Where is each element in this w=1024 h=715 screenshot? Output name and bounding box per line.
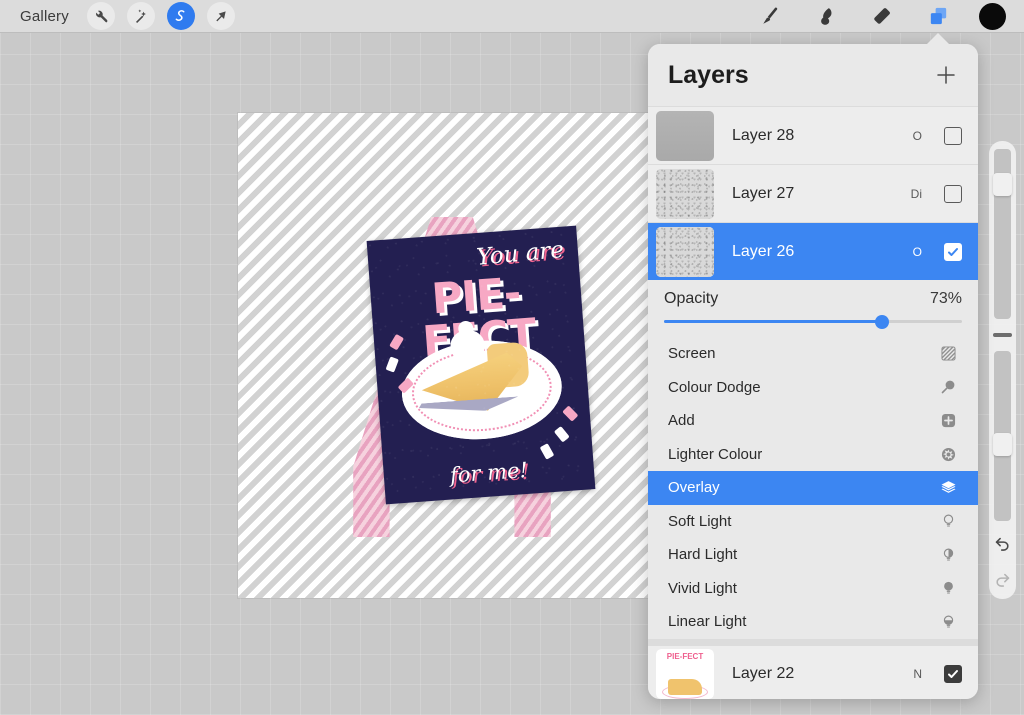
layer-name: Layer 27 xyxy=(732,184,795,202)
opacity-slider[interactable] xyxy=(664,314,962,329)
magnifier-icon xyxy=(938,377,958,397)
layer-thumbnail[interactable]: PIE-FECT xyxy=(656,649,714,699)
blend-mode-item-add[interactable]: Add xyxy=(648,404,978,438)
canvas[interactable]: You are PIE-FECT for me! xyxy=(238,113,648,598)
blend-mode-label: Vivid Light xyxy=(668,579,737,597)
layer-name: Layer 28 xyxy=(732,126,795,144)
procreate-app: Gallery You are PIE-FECT for me! Layers … xyxy=(0,0,1024,715)
blend-mode-item-soft-light[interactable]: Soft Light xyxy=(648,505,978,539)
add-layer-button[interactable] xyxy=(932,61,960,89)
magic-wand-icon[interactable] xyxy=(126,2,155,30)
stacked-layers-icon xyxy=(938,478,958,498)
layer-row[interactable]: Layer 28 O xyxy=(648,106,978,164)
sparkle-shape xyxy=(562,405,579,422)
layer-name: Layer 22 xyxy=(732,665,795,682)
blend-mode-item-linear-light[interactable]: Linear Light xyxy=(648,605,978,639)
opacity-control: Opacity 73% xyxy=(648,280,978,337)
eraser-icon[interactable] xyxy=(867,3,897,29)
starburst-circle-icon xyxy=(938,444,958,464)
brush-opacity-knob[interactable] xyxy=(993,432,1012,456)
blend-mode-item-hard-light[interactable]: Hard Light xyxy=(648,538,978,572)
layer-blend-badge: Di xyxy=(910,186,922,201)
blend-mode-item-lighter-colour[interactable]: Lighter Colour xyxy=(648,438,978,472)
layer-blend-badge: N xyxy=(913,667,922,681)
layers-panel-header: Layers xyxy=(648,44,978,106)
layer-blend-badge: O xyxy=(912,244,922,259)
blend-mode-item-vivid-light[interactable]: Vivid Light xyxy=(648,572,978,606)
layer-row-selected[interactable]: Layer 26 O xyxy=(648,222,978,280)
blend-mode-item-colour-dodge[interactable]: Colour Dodge xyxy=(648,371,978,405)
blend-mode-label: Screen xyxy=(668,345,716,363)
layer-thumbnail-text: PIE-FECT xyxy=(666,652,704,661)
layer-thumbnail[interactable] xyxy=(656,110,714,161)
selection-icon[interactable] xyxy=(166,2,195,30)
opacity-slider-knob[interactable] xyxy=(874,314,889,329)
blend-mode-label: Lighter Colour xyxy=(668,445,763,463)
blend-mode-item-screen[interactable]: Screen xyxy=(648,337,978,371)
brush-size-slider[interactable] xyxy=(993,149,1012,319)
layer-row[interactable]: PIE-FECT Layer 22 N xyxy=(648,644,978,699)
blend-mode-label: Soft Light xyxy=(668,512,732,530)
smudge-icon[interactable] xyxy=(811,3,841,29)
sparkle-shape xyxy=(553,426,570,443)
greeting-card: You are PIE-FECT for me! xyxy=(366,225,596,505)
blend-mode-item-overlay[interactable]: Overlay xyxy=(648,471,978,505)
layer-row[interactable]: Layer 27 Di xyxy=(648,164,978,222)
gallery-button[interactable]: Gallery xyxy=(14,6,75,27)
layers-panel: Layers Layer 28 O Layer 27 Di Layer 26 O… xyxy=(648,44,978,699)
bulb-bottom-icon xyxy=(938,612,958,632)
opacity-value: 73% xyxy=(929,290,962,307)
hatched-square-icon xyxy=(938,344,958,364)
opacity-label: Opacity xyxy=(664,290,719,307)
blend-mode-list: Screen Colour Dodge Add Lighter Colour O… xyxy=(648,337,978,639)
toolbar-left-group: Gallery xyxy=(0,2,235,30)
brush-opacity-slider[interactable] xyxy=(993,351,1012,521)
blend-mode-label: Add xyxy=(668,412,695,430)
layer-visibility-checkbox[interactable] xyxy=(944,184,962,203)
bulb-half-icon xyxy=(938,545,958,565)
layer-visibility-checkbox[interactable] xyxy=(944,126,962,145)
redo-button[interactable] xyxy=(993,569,1012,593)
color-swatch-button[interactable] xyxy=(979,2,1006,30)
panel-title: Layers xyxy=(668,60,749,89)
plus-square-icon xyxy=(938,411,958,431)
layer-name: Layer 26 xyxy=(732,242,795,260)
opacity-slider-fill xyxy=(664,320,882,323)
blend-mode-label: Linear Light xyxy=(668,613,747,631)
card-line-3: for me! xyxy=(449,457,529,488)
layers-icon[interactable] xyxy=(923,3,953,29)
undo-button[interactable] xyxy=(993,533,1012,557)
brush-settings-rail xyxy=(989,141,1016,599)
transform-arrow-icon[interactable] xyxy=(206,2,235,30)
blend-mode-label: Colour Dodge xyxy=(668,378,761,396)
adjustments-wrench-icon[interactable] xyxy=(86,2,115,30)
layer-visibility-checkbox[interactable] xyxy=(944,242,962,261)
layer-thumbnail[interactable] xyxy=(656,226,714,277)
modify-button[interactable] xyxy=(993,333,1012,337)
layer-visibility-checkbox[interactable] xyxy=(944,665,962,683)
blend-mode-label: Overlay xyxy=(668,479,720,497)
paintbrush-icon[interactable] xyxy=(755,3,785,29)
bulb-outline-icon xyxy=(938,511,958,531)
blend-mode-label: Hard Light xyxy=(668,546,738,564)
panel-pointer-arrow xyxy=(926,33,950,45)
bulb-filled-icon xyxy=(938,578,958,598)
toolbar-right-group xyxy=(755,2,1024,30)
brush-size-knob[interactable] xyxy=(993,172,1012,196)
layer-blend-badge: O xyxy=(912,128,922,143)
top-toolbar: Gallery xyxy=(0,0,1024,33)
artwork: You are PIE-FECT for me! xyxy=(238,113,648,598)
layer-thumbnail[interactable] xyxy=(656,168,714,219)
